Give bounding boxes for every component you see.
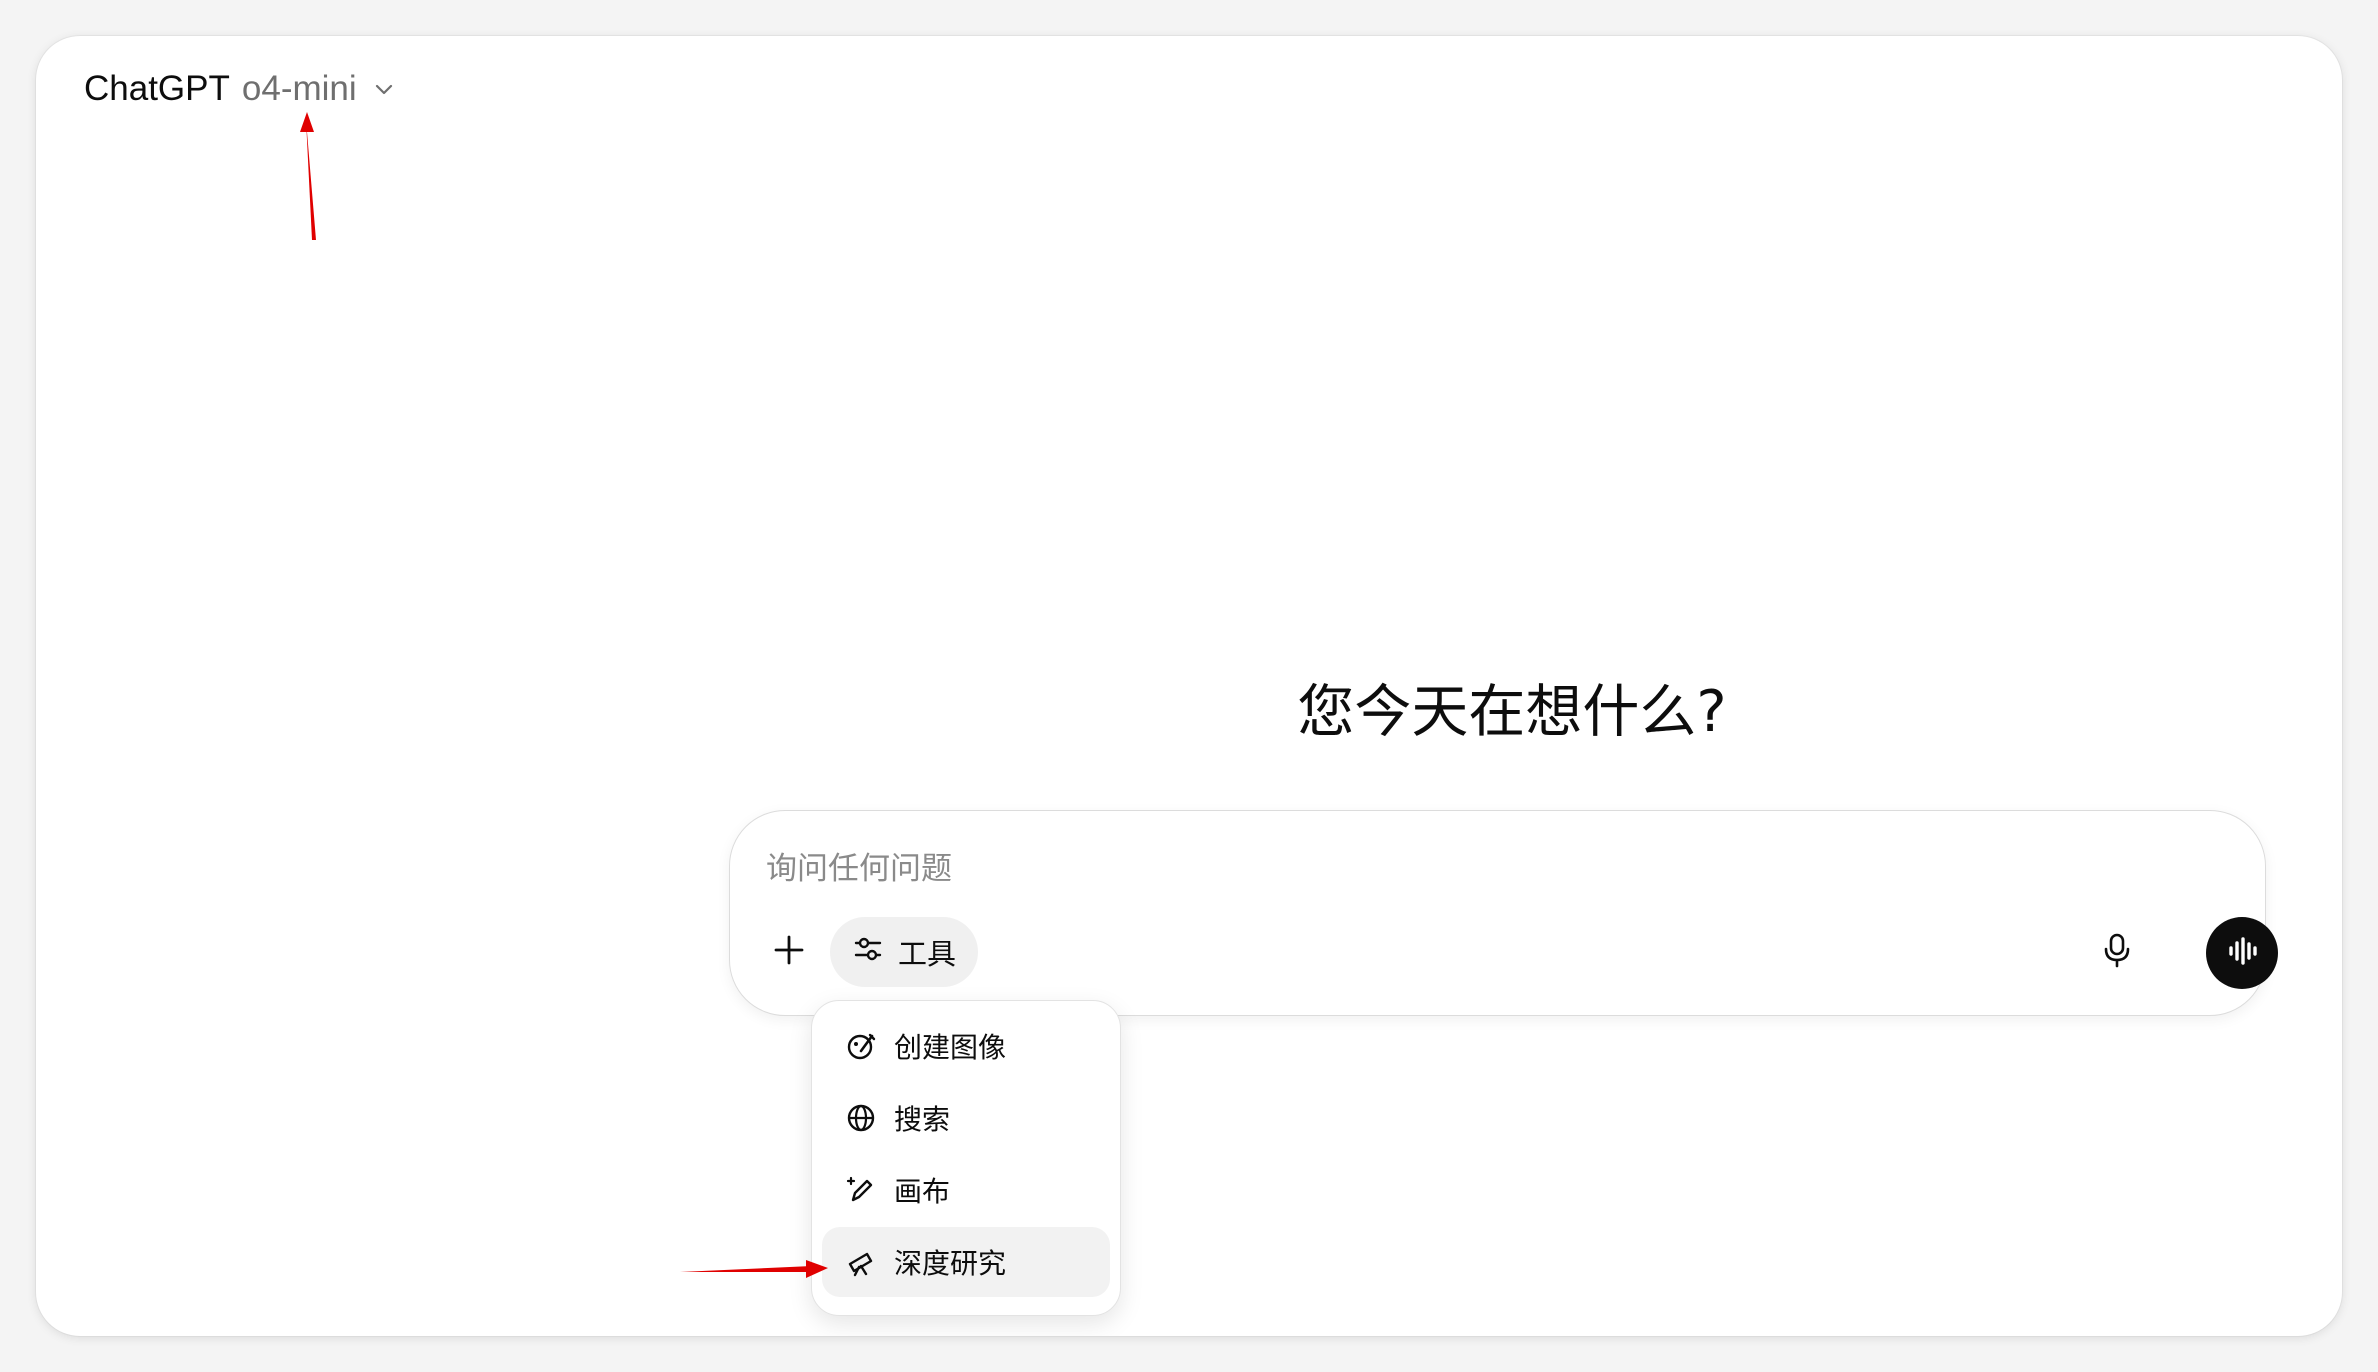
canvas-pen-icon	[844, 1173, 878, 1207]
prompt-input[interactable]	[766, 841, 2066, 897]
menu-item-label: 搜索	[894, 1103, 951, 1136]
app-name: ChatGPT	[84, 69, 230, 108]
menu-item-canvas[interactable]: 画布	[822, 1155, 1110, 1225]
voice-mode-button[interactable]	[2206, 917, 2278, 989]
menu-item-search[interactable]: 搜索	[822, 1083, 1110, 1153]
microphone-icon	[2100, 932, 2134, 973]
tools-menu: 创建图像 搜索 画布 深度研究	[811, 1000, 1121, 1316]
waveform-icon	[2224, 933, 2260, 974]
menu-item-create-image[interactable]: 创建图像	[822, 1011, 1110, 1081]
model-name: o4-mini	[241, 69, 357, 108]
model-switcher[interactable]: ChatGPT o4-mini	[76, 60, 407, 118]
tools-button[interactable]: 工具	[830, 917, 979, 987]
composer: 工具	[729, 810, 2278, 1016]
menu-item-label: 深度研究	[894, 1247, 1007, 1280]
menu-item-label: 画布	[894, 1175, 951, 1208]
globe-icon	[844, 1101, 878, 1135]
dictate-button[interactable]	[2086, 921, 2148, 983]
sliders-icon	[852, 933, 884, 972]
add-attachment-button[interactable]	[760, 923, 818, 981]
chevron-down-icon	[369, 74, 399, 104]
tools-label: 工具	[898, 937, 957, 971]
plus-icon	[771, 932, 807, 973]
chat-window: ChatGPT o4-mini 您今天在想什么? 工具	[36, 36, 2342, 1336]
menu-item-label: 创建图像	[894, 1031, 1007, 1064]
image-create-icon	[844, 1029, 878, 1063]
menu-item-deep-research[interactable]: 深度研究	[822, 1227, 1110, 1297]
page-headline: 您今天在想什么?	[1297, 679, 1727, 745]
telescope-icon	[844, 1245, 878, 1279]
